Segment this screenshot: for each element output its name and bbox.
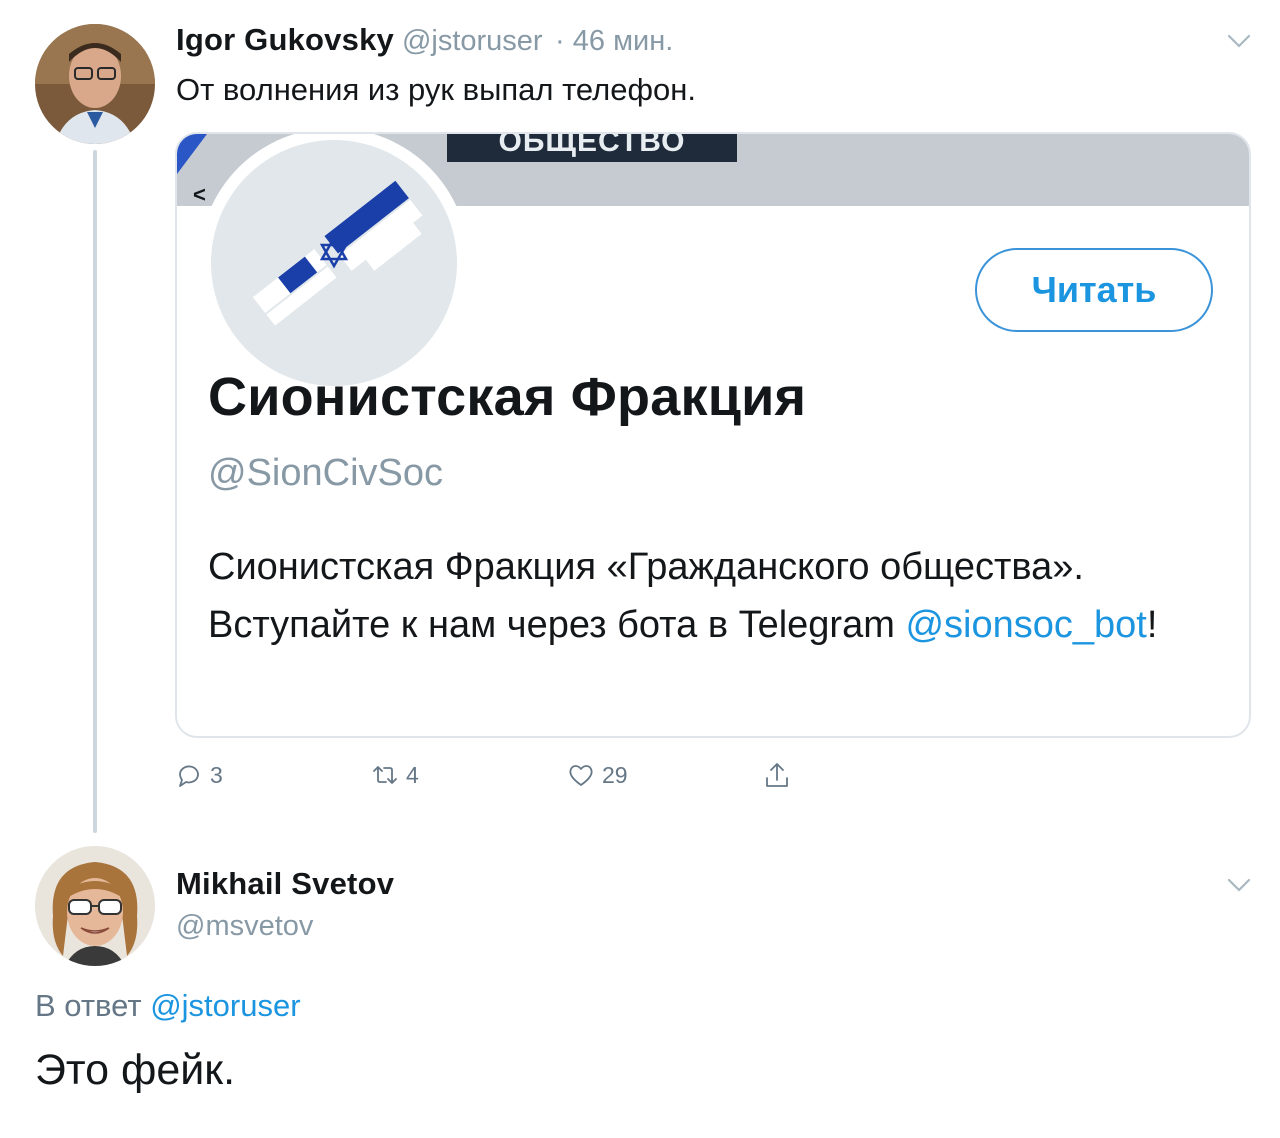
- thread-line: [93, 150, 97, 833]
- tweet-time[interactable]: · 46 мин.: [555, 25, 673, 57]
- avatar-igor-gukovsky[interactable]: [35, 24, 155, 144]
- share-icon: [766, 763, 788, 787]
- reply-count: 3: [210, 761, 223, 788]
- profile-handle: @SionCivSoc: [208, 452, 443, 494]
- tweet-header: Igor Gukovsky @jstoruser · 46 мин.: [176, 22, 673, 58]
- bio-end: !: [1146, 604, 1158, 646]
- back-arrow-icon: <: [193, 182, 206, 207]
- reply-context: В ответ @jstoruser: [35, 988, 301, 1024]
- share-button[interactable]: [762, 760, 792, 790]
- retweet-icon: [373, 766, 397, 784]
- embedded-image-card[interactable]: ОБЩЕСТВО < Читать Сионистская Фракция @S…: [175, 132, 1251, 738]
- tweet-text: От волнения из рук выпал телефон.: [176, 72, 696, 107]
- reply-prefix: В ответ: [35, 988, 142, 1023]
- avatar-mikhail-svetov[interactable]: [35, 846, 155, 966]
- like-button[interactable]: 29: [566, 760, 628, 790]
- retweet-button[interactable]: 4: [370, 760, 419, 790]
- author-name[interactable]: Mikhail Svetov: [176, 866, 394, 902]
- zionist-faction-logo: [252, 180, 423, 326]
- author-handle[interactable]: @jstoruser: [402, 25, 543, 57]
- profile-avatar: [199, 134, 469, 398]
- like-icon: [569, 765, 593, 786]
- author-handle[interactable]: @msvetov: [176, 910, 313, 943]
- follow-button[interactable]: Читать: [975, 248, 1213, 332]
- chevron-down-icon[interactable]: [1226, 28, 1252, 54]
- tweet-text: Это фейк.: [35, 1046, 236, 1094]
- like-count: 29: [602, 761, 628, 788]
- author-name[interactable]: Igor Gukovsky: [176, 22, 394, 57]
- bio-bot-link[interactable]: @sionsoc_bot: [905, 604, 1146, 646]
- profile-name: Сионистская Фракция: [208, 367, 807, 427]
- retweet-count: 4: [406, 761, 419, 788]
- reply-icon: [179, 765, 199, 787]
- chevron-down-icon[interactable]: [1226, 872, 1252, 898]
- banner-text: ОБЩЕСТВО: [447, 134, 737, 162]
- reply-button[interactable]: 3: [174, 760, 223, 790]
- reply-to-link[interactable]: @jstoruser: [150, 988, 300, 1023]
- profile-bio: Сионистская Фракция «Гражданского общест…: [208, 538, 1208, 654]
